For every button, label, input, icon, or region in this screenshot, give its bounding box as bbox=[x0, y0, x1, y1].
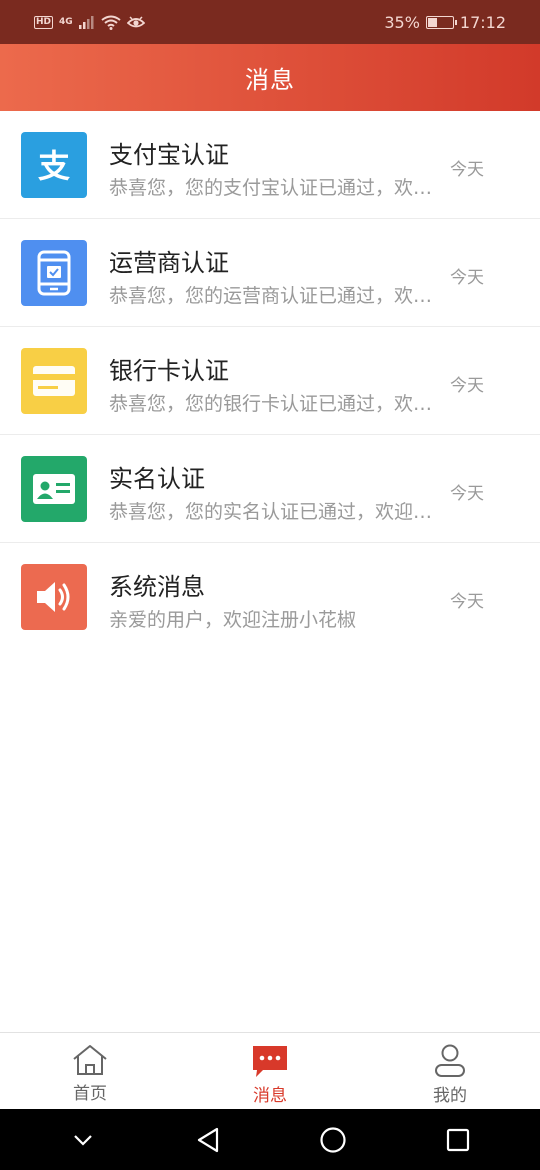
status-bar-left: HD 4G bbox=[34, 15, 145, 30]
network-label: 4G bbox=[59, 17, 73, 27]
nav-recents-button[interactable] bbox=[428, 1120, 488, 1160]
svg-text:支: 支 bbox=[38, 147, 70, 183]
message-item-bank-card[interactable]: 银行卡认证 恭喜您，您的银行卡认证已通过，欢迎使用小花椒 今天 bbox=[0, 327, 540, 435]
alipay-icon: 支 bbox=[21, 132, 87, 198]
tab-mine-label: 我的 bbox=[433, 1086, 467, 1106]
bank-card-icon bbox=[21, 348, 87, 414]
message-title: 运营商认证 bbox=[109, 249, 229, 277]
wifi-icon bbox=[101, 15, 121, 30]
nav-home-button[interactable] bbox=[303, 1120, 363, 1160]
message-item-system[interactable]: 系统消息 亲爱的用户，欢迎注册小花椒 今天 bbox=[0, 543, 540, 651]
battery-icon bbox=[425, 15, 457, 29]
tab-messages[interactable]: 消息 bbox=[180, 1033, 360, 1109]
message-title: 实名认证 bbox=[109, 465, 205, 493]
message-time: 今天 bbox=[450, 268, 484, 288]
home-circle-icon bbox=[319, 1126, 346, 1153]
back-triangle-icon bbox=[197, 1127, 218, 1152]
eye-icon bbox=[126, 16, 145, 28]
id-card-icon bbox=[21, 456, 87, 522]
message-item-real-name[interactable]: 实名认证 恭喜您，您的实名认证已通过，欢迎使用小花椒 今天 bbox=[0, 435, 540, 543]
message-time: 今天 bbox=[450, 484, 484, 504]
signal-icon bbox=[78, 16, 94, 29]
message-list: 支 支付宝认证 恭喜您，您的支付宝认证已通过，欢迎使用小花椒 今天 运营商认证 … bbox=[0, 111, 540, 651]
tab-mine[interactable]: 我的 bbox=[360, 1033, 540, 1109]
recents-square-icon bbox=[446, 1128, 469, 1151]
speaker-icon bbox=[21, 564, 87, 630]
message-preview: 恭喜您，您的实名认证已通过，欢迎使用小花椒 bbox=[109, 501, 439, 523]
message-item-carrier[interactable]: 运营商认证 恭喜您，您的运营商认证已通过，欢迎使用小花椒 今天 bbox=[0, 219, 540, 327]
tab-home[interactable]: 首页 bbox=[0, 1033, 180, 1109]
message-time: 今天 bbox=[450, 160, 484, 180]
page-title: 消息 bbox=[245, 66, 295, 94]
message-title: 系统消息 bbox=[109, 573, 205, 601]
message-preview: 恭喜您，您的运营商认证已通过，欢迎使用小花椒 bbox=[109, 285, 439, 307]
chevron-down-icon bbox=[73, 1134, 92, 1146]
message-preview: 恭喜您，您的银行卡认证已通过，欢迎使用小花椒 bbox=[109, 393, 439, 415]
message-preview: 亲爱的用户，欢迎注册小花椒 bbox=[109, 609, 357, 631]
message-title: 支付宝认证 bbox=[109, 141, 229, 169]
message-item-alipay[interactable]: 支 支付宝认证 恭喜您，您的支付宝认证已通过，欢迎使用小花椒 今天 bbox=[0, 111, 540, 219]
header: 消息 bbox=[0, 44, 540, 111]
message-time: 今天 bbox=[450, 376, 484, 396]
hd-badge: HD bbox=[34, 15, 54, 29]
nav-collapse-button[interactable] bbox=[53, 1120, 113, 1160]
system-nav-bar bbox=[0, 1109, 540, 1170]
message-time: 今天 bbox=[450, 592, 484, 612]
screen: HD 4G 35% 17:12 消息 支 支付宝认证 恭喜您，您的支付宝认证已通… bbox=[0, 0, 540, 1170]
bottom-tab-bar: 首页 消息 我的 bbox=[0, 1032, 540, 1109]
battery-percent: 35% bbox=[384, 12, 420, 32]
clock: 17:12 bbox=[459, 12, 506, 32]
user-icon bbox=[435, 1044, 465, 1077]
nav-back-button[interactable] bbox=[178, 1120, 238, 1160]
phone-check-icon bbox=[21, 240, 87, 306]
tab-messages-label: 消息 bbox=[253, 1086, 287, 1106]
status-bar-right: 35% 17:12 bbox=[384, 13, 506, 32]
home-icon bbox=[73, 1045, 107, 1075]
chat-icon bbox=[253, 1046, 287, 1077]
status-bar: HD 4G 35% 17:12 bbox=[0, 0, 540, 44]
message-preview: 恭喜您，您的支付宝认证已通过，欢迎使用小花椒 bbox=[109, 177, 439, 199]
tab-home-label: 首页 bbox=[73, 1084, 107, 1104]
message-title: 银行卡认证 bbox=[109, 357, 229, 385]
battery-fill bbox=[427, 17, 437, 27]
